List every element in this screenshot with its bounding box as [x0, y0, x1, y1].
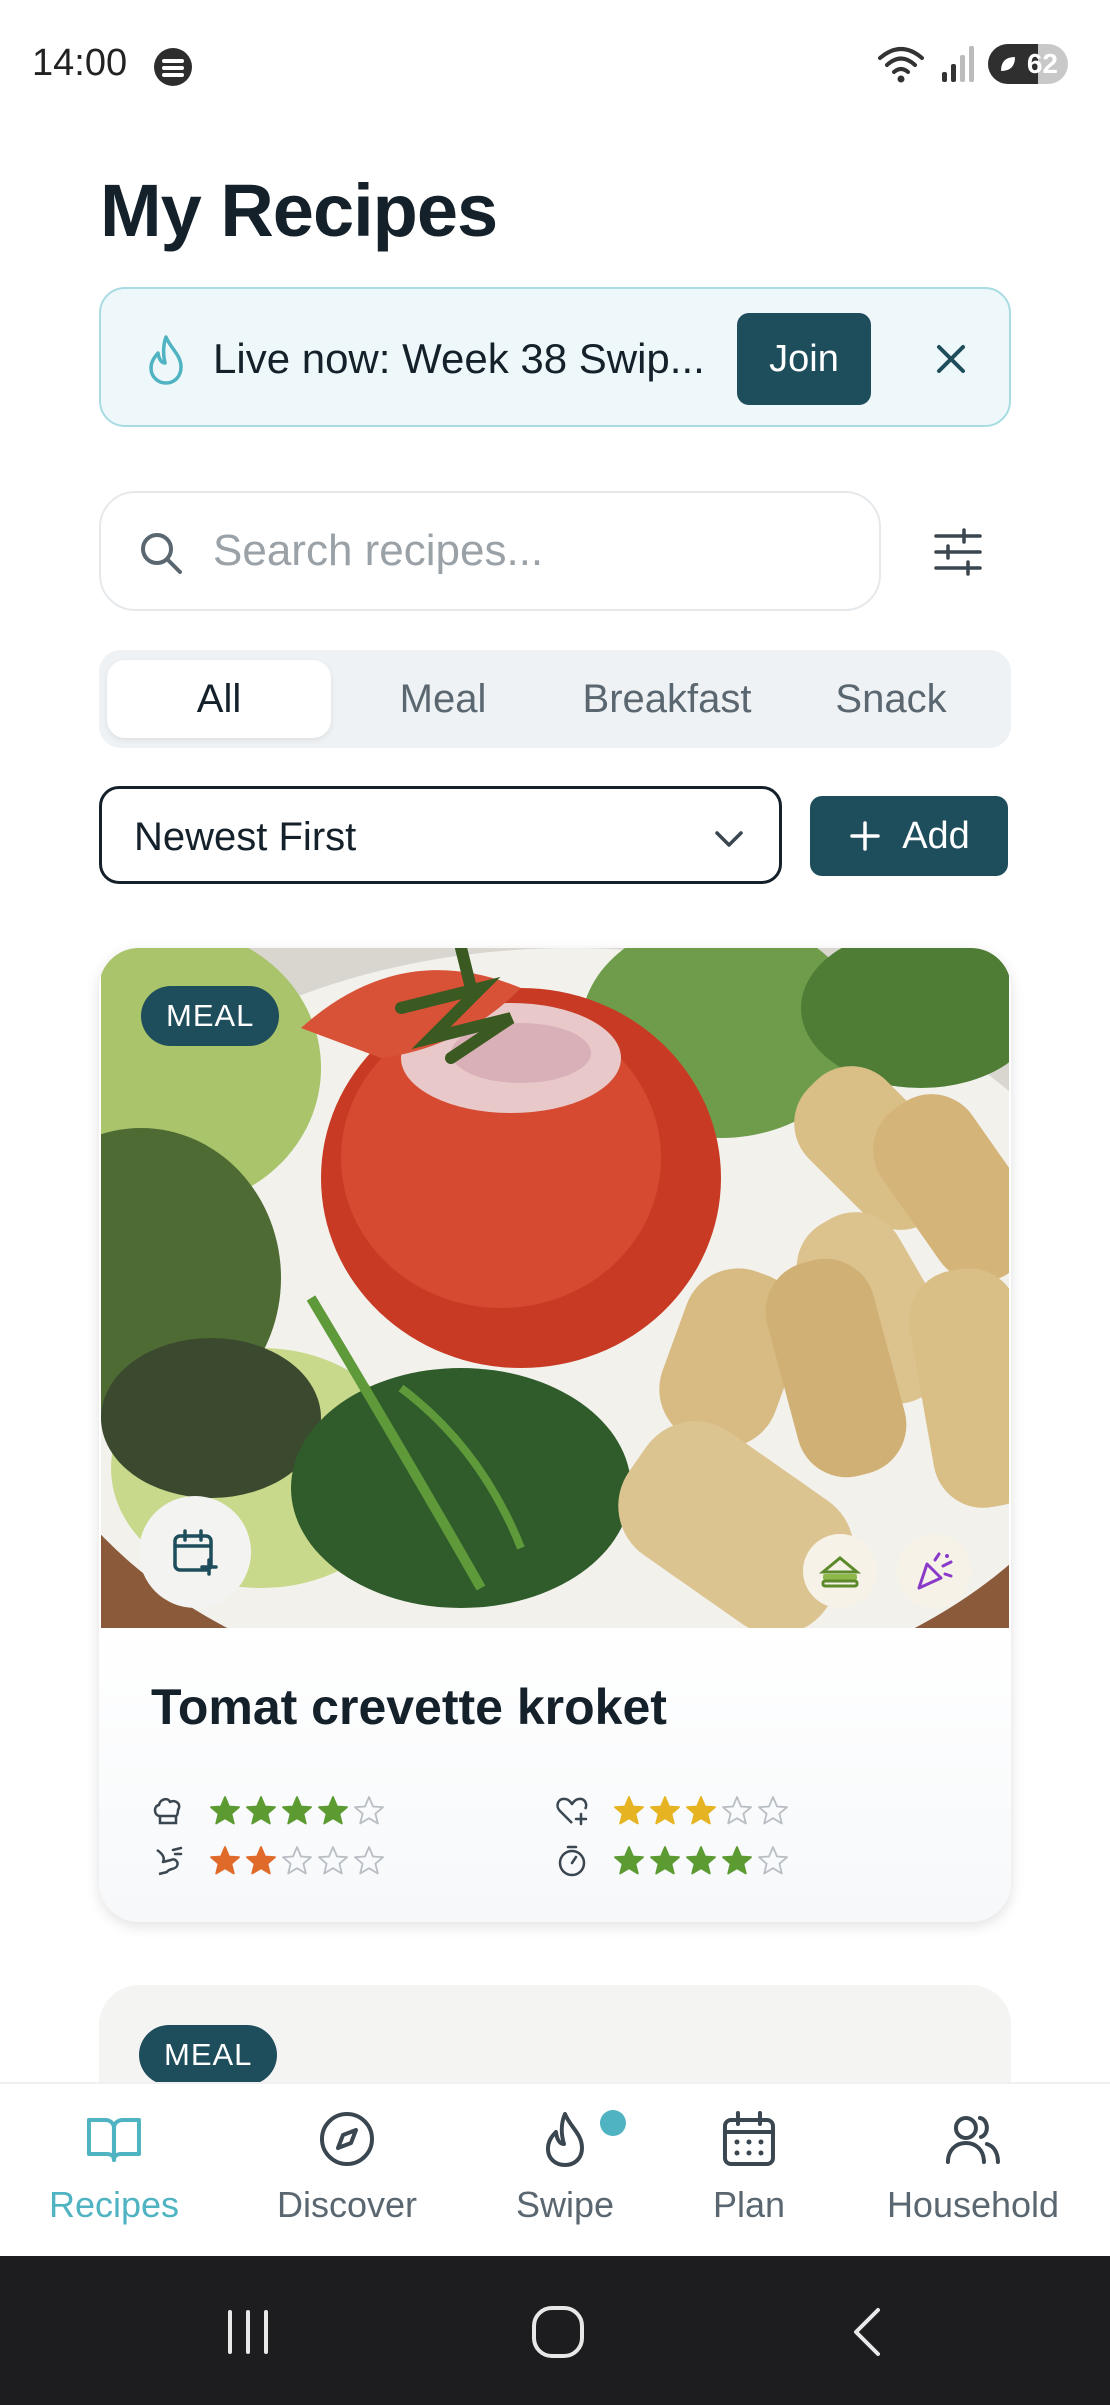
- nav-swipe[interactable]: Swipe: [515, 2108, 627, 2226]
- nav-discover[interactable]: Discover: [277, 2108, 417, 2226]
- star-rating: [613, 1845, 789, 1877]
- star-filled-icon: [246, 1846, 276, 1875]
- nav-recipes[interactable]: Recipes: [49, 2108, 179, 2226]
- nav-label: Recipes: [48, 2184, 180, 2225]
- party-icon: [917, 1552, 953, 1590]
- calendar-plus-icon: [173, 1529, 218, 1576]
- status-time: 14:00: [32, 42, 128, 84]
- tab-snack[interactable]: Snack: [779, 660, 1003, 738]
- search-icon: [141, 533, 182, 574]
- star-filled-icon: [318, 1796, 348, 1825]
- star-empty-icon: [758, 1796, 788, 1825]
- search-input[interactable]: [213, 513, 853, 589]
- category-tabs: All Meal Breakfast Snack: [99, 650, 1011, 748]
- battery-icon: 62: [988, 44, 1068, 84]
- flame-icon: [546, 2112, 584, 2167]
- rating-health: [555, 1794, 789, 1828]
- nav-household[interactable]: Household: [887, 2108, 1059, 2226]
- rating-effort: [151, 1844, 385, 1878]
- tab-all[interactable]: All: [107, 660, 331, 738]
- star-empty-icon: [354, 1846, 384, 1875]
- recipe-card-body: Tomat crevette kroket: [99, 1628, 1011, 1922]
- nav-label: Plan: [712, 2184, 786, 2225]
- bottom-nav: Recipes Discover Swipe Plan Household: [0, 2082, 1110, 2256]
- battery-level: 62: [1026, 48, 1058, 79]
- star-empty-icon: [722, 1796, 752, 1825]
- star-filled-icon: [210, 1846, 240, 1875]
- spotify-icon: [154, 48, 192, 86]
- tab-meal[interactable]: Meal: [331, 660, 555, 738]
- rating-chef: [151, 1794, 385, 1828]
- plus-icon: [850, 821, 880, 851]
- nav-label: Swipe: [515, 2184, 615, 2225]
- star-filled-icon: [686, 1846, 716, 1875]
- add-label: Add: [902, 814, 970, 857]
- category-badge: MEAL: [139, 2025, 278, 2085]
- recipe-title: Tomat crevette kroket: [151, 1679, 667, 1735]
- nav-label: Household: [886, 2184, 1060, 2225]
- star-empty-icon: [318, 1846, 348, 1875]
- party-tag: [897, 1534, 971, 1608]
- recent-apps-icon[interactable]: [220, 2304, 276, 2360]
- status-icons: 62: [876, 44, 1068, 84]
- sort-selected: Newest First: [134, 815, 357, 859]
- star-filled-icon: [210, 1796, 240, 1825]
- home-icon[interactable]: [530, 2304, 586, 2360]
- effort-icon: [156, 1846, 183, 1876]
- leaf-icon: [1001, 57, 1015, 71]
- add-recipe-button[interactable]: Add: [810, 796, 1008, 876]
- nav-label: Discover: [276, 2184, 418, 2225]
- live-banner[interactable]: Live now: Week 38 Swip... Join: [99, 287, 1011, 427]
- heart-plus-icon: [556, 1797, 588, 1826]
- star-rating: [209, 1795, 385, 1827]
- banner-text: Live now: Week 38 Swip...: [213, 335, 705, 382]
- star-filled-icon: [282, 1796, 312, 1825]
- signal-icon: [942, 46, 974, 82]
- page-title: My Recipes: [100, 169, 498, 252]
- calendar-icon: [723, 2111, 775, 2166]
- star-filled-icon: [246, 1796, 276, 1825]
- filter-sliders-icon[interactable]: [928, 522, 988, 582]
- status-bar: 14:00 62: [0, 0, 1110, 130]
- sort-dropdown[interactable]: Newest First: [99, 786, 782, 884]
- star-rating: [613, 1795, 789, 1827]
- book-open-icon: [87, 2118, 141, 2162]
- notification-dot: [600, 2110, 627, 2136]
- recipe-card[interactable]: MEAL: [99, 1985, 1011, 2085]
- category-badge: MEAL: [141, 986, 280, 1046]
- sandwich-icon: [819, 1556, 861, 1588]
- star-filled-icon: [614, 1796, 644, 1825]
- flame-icon: [149, 335, 183, 385]
- star-filled-icon: [650, 1796, 680, 1825]
- join-button[interactable]: Join: [737, 313, 871, 405]
- rating-time: [555, 1844, 789, 1878]
- search-bar[interactable]: [99, 491, 881, 611]
- star-rating: [209, 1845, 385, 1877]
- tab-breakfast[interactable]: Breakfast: [555, 660, 779, 738]
- wifi-icon: [878, 47, 924, 83]
- nav-plan[interactable]: Plan: [713, 2108, 785, 2226]
- sandwich-tag: [803, 1534, 877, 1608]
- star-filled-icon: [686, 1796, 716, 1825]
- recipe-card[interactable]: MEAL Tomat crevette kroket: [99, 948, 1011, 1922]
- star-empty-icon: [354, 1796, 384, 1825]
- star-empty-icon: [282, 1846, 312, 1875]
- star-filled-icon: [650, 1846, 680, 1875]
- star-empty-icon: [758, 1846, 788, 1875]
- star-filled-icon: [722, 1846, 752, 1875]
- users-icon: [946, 2116, 1000, 2164]
- add-to-plan-button[interactable]: [139, 1496, 251, 1608]
- back-icon[interactable]: [842, 2304, 898, 2360]
- system-nav-bar: [0, 2256, 1110, 2405]
- compass-icon: [320, 2112, 374, 2166]
- close-icon[interactable]: [923, 331, 979, 387]
- star-filled-icon: [614, 1846, 644, 1875]
- recipe-image[interactable]: MEAL: [101, 948, 1009, 1628]
- timer-icon: [558, 1845, 586, 1877]
- chevron-down-icon: [715, 831, 743, 847]
- chef-hat-icon: [153, 1797, 181, 1825]
